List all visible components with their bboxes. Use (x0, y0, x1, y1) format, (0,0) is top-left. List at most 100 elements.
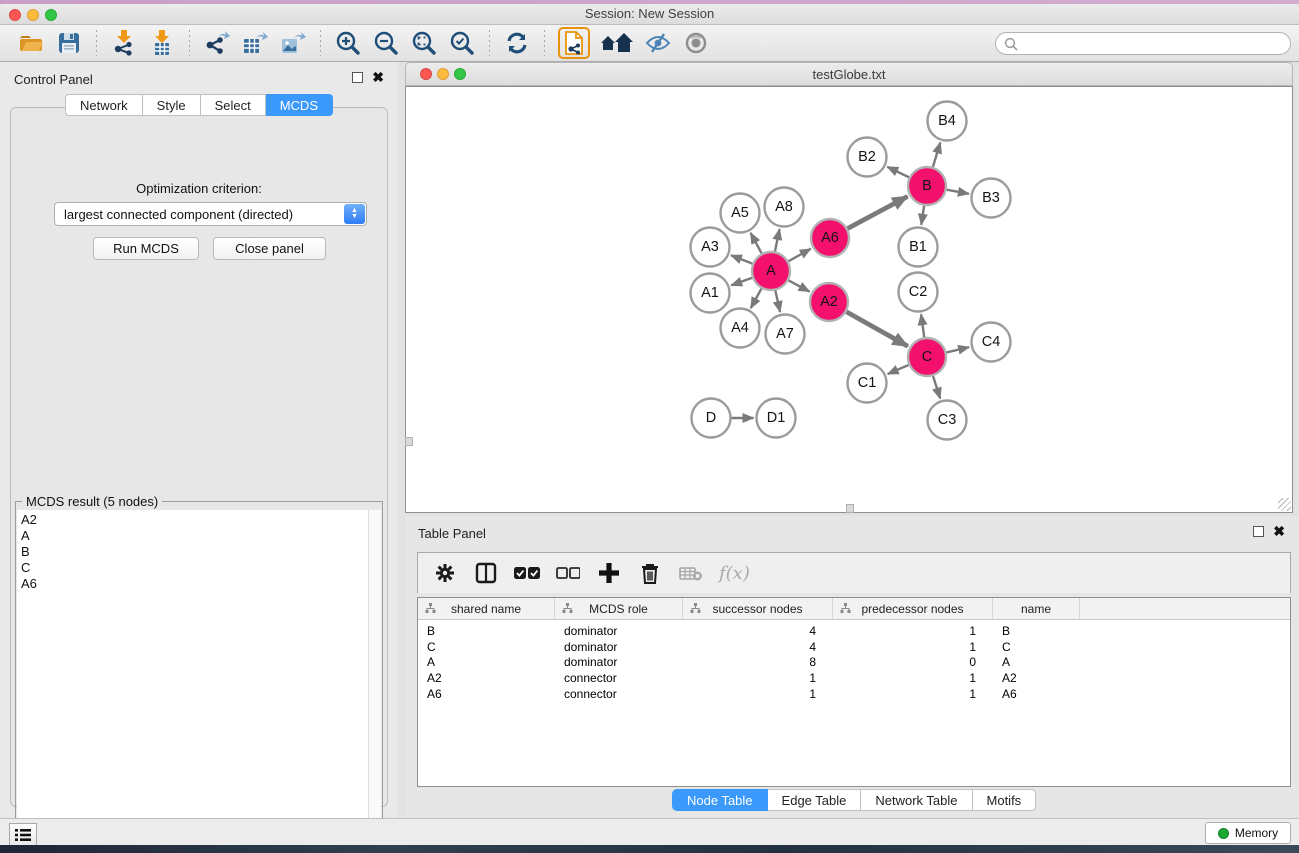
edge-A-A2[interactable] (789, 280, 810, 291)
result-item[interactable]: C (21, 560, 370, 576)
edge-A2-C[interactable] (846, 312, 907, 346)
graph-node-D1[interactable]: D1 (757, 399, 796, 438)
graph-node-C2[interactable]: C2 (899, 273, 938, 312)
zoom-selected-button[interactable] (443, 28, 481, 58)
mcds-result-list[interactable]: A2ABCA6 (17, 510, 370, 845)
column-header-successor-nodes[interactable]: successor nodes (683, 598, 833, 619)
column-header-shared-name[interactable]: shared name (418, 598, 555, 619)
import-table-button[interactable] (143, 28, 181, 58)
edge-A-A5[interactable] (751, 233, 762, 254)
tab-select[interactable]: Select (201, 94, 266, 116)
network-window-titlebar[interactable]: testGlobe.txt (405, 62, 1293, 86)
refresh-layout-button[interactable] (498, 28, 536, 58)
edge-A-A8[interactable] (775, 229, 780, 251)
close-traffic-light[interactable] (9, 9, 21, 21)
hide-eye-button[interactable] (639, 28, 677, 58)
show-panels-list-button[interactable] (9, 823, 37, 847)
float-panel-icon[interactable] (352, 72, 363, 83)
graph-node-A4[interactable]: A4 (721, 309, 760, 348)
edge-C-C3[interactable] (933, 376, 940, 398)
graph-node-A6[interactable]: A6 (811, 219, 849, 257)
result-item[interactable]: A2 (21, 512, 370, 528)
save-session-button[interactable] (50, 28, 88, 58)
close-panel-icon[interactable]: ✖ (372, 72, 384, 83)
edge-A-A6[interactable] (788, 249, 810, 261)
app-titlebar[interactable]: Session: New Session (0, 4, 1299, 25)
graph-node-A1[interactable]: A1 (691, 274, 730, 313)
graph-node-C3[interactable]: C3 (928, 401, 967, 440)
result-item[interactable]: B (21, 544, 370, 560)
edge-C-C4[interactable] (946, 347, 969, 352)
edge-B-B3[interactable] (947, 190, 969, 194)
graph-node-B3[interactable]: B3 (972, 179, 1011, 218)
result-item[interactable]: A (21, 528, 370, 544)
tab-mcds[interactable]: MCDS (266, 94, 333, 116)
graph-node-B4[interactable]: B4 (928, 102, 967, 141)
network-canvas[interactable]: AA1A2A3A4A5A6A7A8BB1B2B3B4CC1C2C3C4DD1 (405, 86, 1293, 513)
home-view-button[interactable] (595, 28, 639, 58)
graph-node-C[interactable]: C (908, 338, 946, 376)
edge-A-A7[interactable] (775, 291, 780, 313)
edge-A6-B[interactable] (848, 196, 908, 228)
close-panel-icon[interactable]: ✖ (1273, 526, 1285, 537)
graph-node-A[interactable]: A (752, 252, 790, 290)
graph-node-A7[interactable]: A7 (766, 315, 805, 354)
import-network-button[interactable] (105, 28, 143, 58)
node-table[interactable]: shared nameMCDS rolesuccessor nodesprede… (417, 597, 1291, 787)
edge-B-B2[interactable] (887, 167, 909, 178)
export-table-button[interactable] (236, 28, 274, 58)
edge-A-A4[interactable] (751, 289, 762, 309)
graph-node-A2[interactable]: A2 (810, 283, 848, 321)
tab-edge-table[interactable]: Edge Table (768, 789, 862, 811)
show-eye-button[interactable] (677, 28, 715, 58)
search-field[interactable] (995, 32, 1291, 55)
edge-A-A3[interactable] (731, 255, 752, 263)
edge-A-A1[interactable] (731, 278, 752, 286)
export-image-button[interactable] (274, 28, 312, 58)
deselect-all-columns-button[interactable] (555, 560, 581, 586)
result-item[interactable]: A6 (21, 576, 370, 592)
zoom-fit-button[interactable] (405, 28, 443, 58)
zoom-in-button[interactable] (329, 28, 367, 58)
edge-B-B4[interactable] (933, 143, 941, 167)
delete-table-button[interactable] (678, 560, 704, 586)
function-builder-button[interactable]: f(x) (719, 560, 750, 586)
graph-node-C4[interactable]: C4 (972, 323, 1011, 362)
column-header-name[interactable]: name (993, 598, 1080, 619)
zoom-traffic-light[interactable] (454, 68, 466, 80)
float-panel-icon[interactable] (1253, 526, 1264, 537)
close-panel-button[interactable]: Close panel (213, 237, 326, 260)
run-mcds-button[interactable]: Run MCDS (93, 237, 199, 260)
zoom-out-button[interactable] (367, 28, 405, 58)
close-traffic-light[interactable] (420, 68, 432, 80)
split-view-button[interactable] (473, 560, 499, 586)
export-network-button[interactable] (198, 28, 236, 58)
table-row[interactable]: Bdominator41B (418, 623, 1290, 639)
edge-C-C1[interactable] (888, 365, 909, 374)
tab-node-table[interactable]: Node Table (672, 789, 768, 811)
graph-node-B[interactable]: B (908, 167, 946, 205)
search-input[interactable] (1018, 35, 1290, 53)
result-scrollbar[interactable] (368, 510, 381, 845)
delete-column-button[interactable] (637, 560, 663, 586)
zoom-traffic-light[interactable] (45, 9, 57, 21)
table-row[interactable]: A2connector11A2 (418, 670, 1290, 686)
graph-node-C1[interactable]: C1 (848, 364, 887, 403)
edge-C-C2[interactable] (921, 314, 924, 337)
select-all-columns-button[interactable] (514, 560, 540, 586)
add-column-button[interactable] (596, 560, 622, 586)
tab-motifs[interactable]: Motifs (973, 789, 1037, 811)
table-row[interactable]: A6connector11A6 (418, 686, 1290, 702)
table-row[interactable]: Adominator80A (418, 655, 1290, 671)
splitter-handle[interactable] (405, 437, 413, 446)
graph-node-A5[interactable]: A5 (721, 194, 760, 233)
column-header-MCDS-role[interactable]: MCDS role (555, 598, 683, 619)
open-session-button[interactable] (12, 28, 50, 58)
graph-node-B1[interactable]: B1 (899, 228, 938, 267)
criterion-select[interactable]: largest connected component (directed) ▲… (54, 202, 367, 226)
window-resize-grip[interactable] (1278, 498, 1291, 511)
table-settings-button[interactable] (432, 560, 458, 586)
graph-node-B2[interactable]: B2 (848, 138, 887, 177)
new-network-from-file-button[interactable] (553, 28, 595, 58)
graph-node-A8[interactable]: A8 (765, 188, 804, 227)
